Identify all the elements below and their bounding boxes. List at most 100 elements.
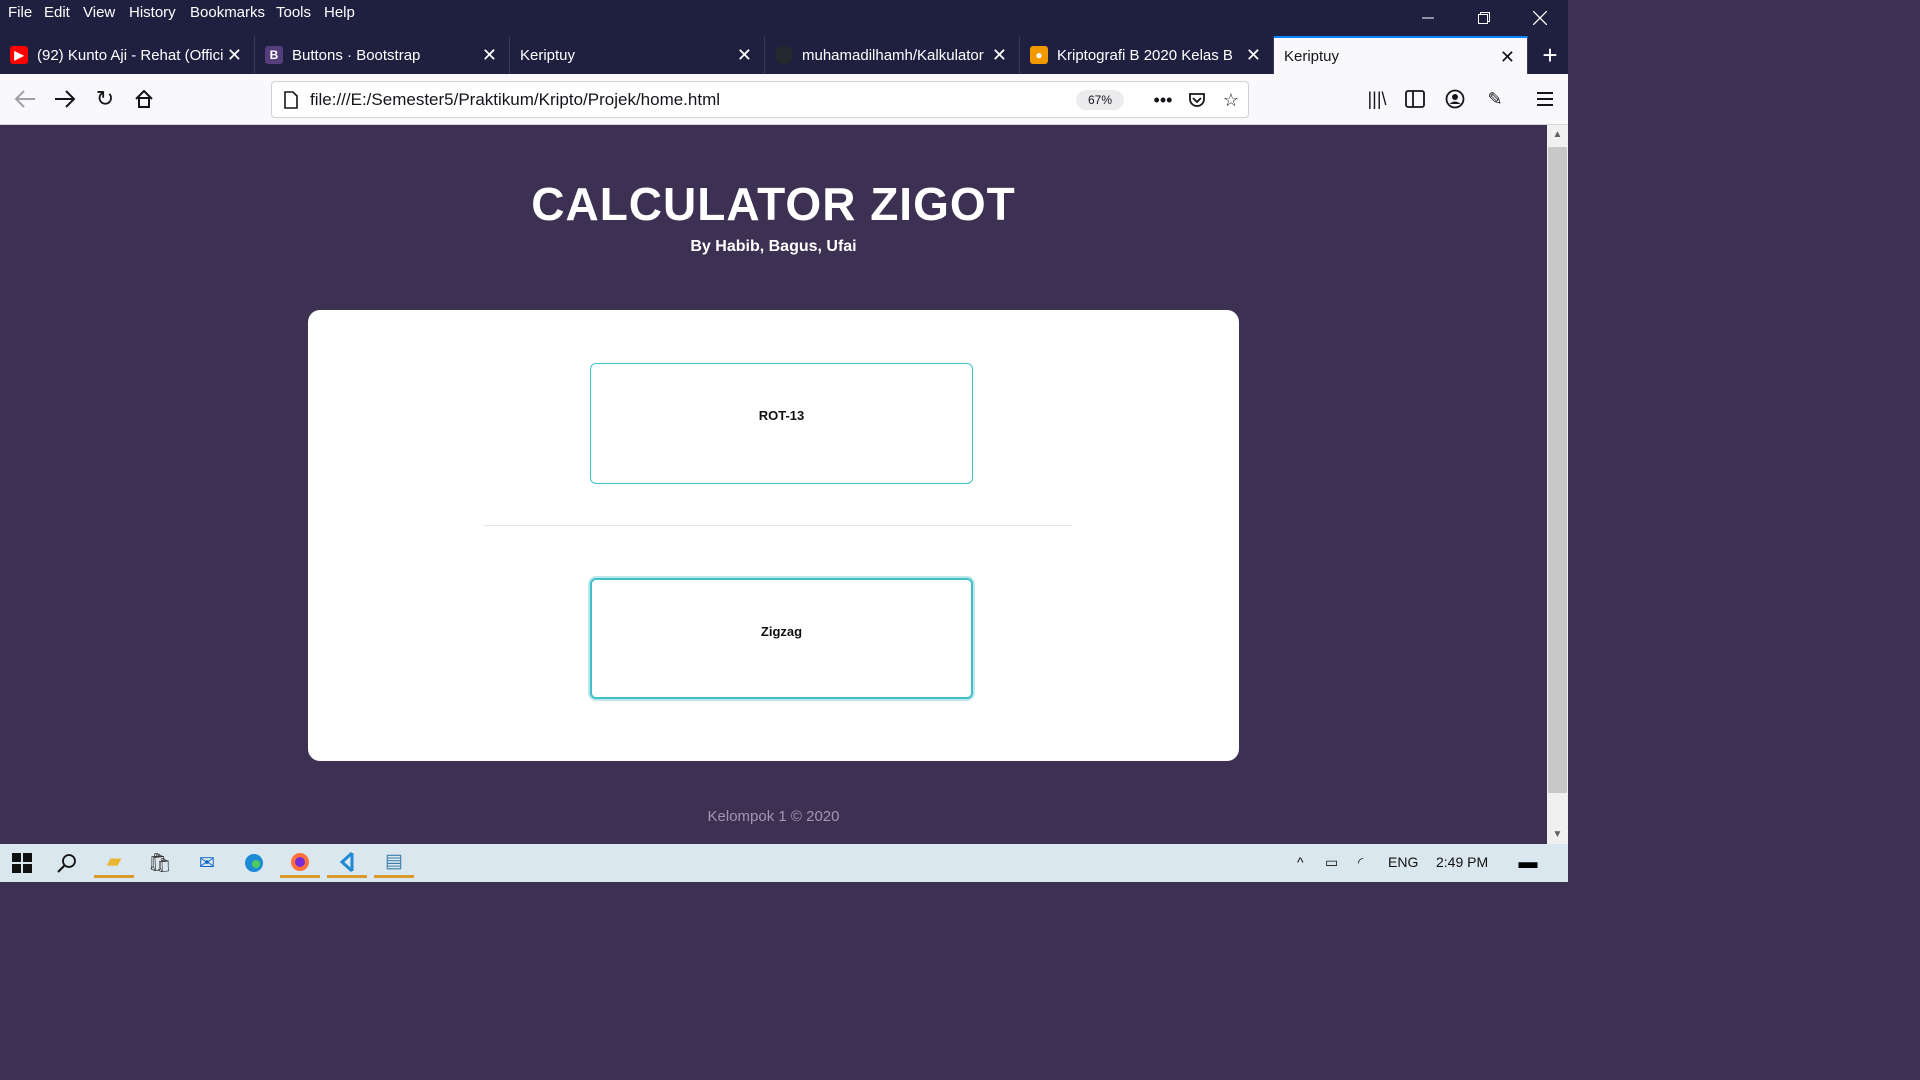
hamburger-icon [1537,92,1553,106]
tab-title: Kriptografi B 2020 Kelas B [1057,46,1233,64]
page-actions-icon[interactable]: ••• [1150,88,1176,112]
menu-help[interactable]: Help [324,4,355,21]
tab-title: muhamadilhamh/Kalkulator [802,46,984,64]
account-icon [1445,89,1465,109]
menu-view[interactable]: View [83,4,115,21]
close-tab-icon[interactable]: ✕ [482,45,497,66]
search-button[interactable] [47,848,87,878]
plus-icon: + [1542,39,1558,70]
navigation-bar: ↻ file:///E:/Semester5/Praktikum/Kripto/… [0,74,1568,125]
menu-tools[interactable]: Tools [276,4,311,21]
library-button[interactable]: |||\ [1360,82,1394,116]
close-tab-icon[interactable]: ✕ [227,45,242,66]
tab-keriptuy-active[interactable]: Keriptuy ✕ [1274,36,1528,74]
tab-title: Buttons · Bootstrap [292,46,421,64]
address-bar[interactable]: file:///E:/Semester5/Praktikum/Kripto/Pr… [271,81,1249,118]
zoom-indicator[interactable]: 67% [1076,90,1124,110]
tab-bar: ▶ (92) Kunto Aji - Rehat (Official ✕ B B… [0,36,1568,74]
restore-icon [1478,12,1490,24]
pocket-icon[interactable] [1184,88,1210,112]
close-tab-icon[interactable]: ✕ [737,45,752,66]
notepad-button[interactable]: ▤ [374,848,414,878]
store-button[interactable]: 🛍 [140,848,180,878]
firefox-icon [291,852,309,871]
tab-keriptuy-1[interactable]: Keriptuy ✕ [510,36,765,74]
scrollbar-thumb[interactable] [1548,147,1567,793]
main-card: ROT-13 Zigzag [308,310,1239,761]
rot13-button[interactable]: ROT-13 [590,363,973,484]
page-content: CALCULATOR ZIGOT By Habib, Bagus, Ufai R… [0,125,1547,844]
store-icon: 🛍 [147,853,173,874]
close-tab-icon[interactable]: ✕ [992,45,1007,66]
library-icon: |||\ [1367,88,1387,109]
firefox-button[interactable] [280,848,320,878]
close-window-button[interactable] [1512,0,1568,36]
language-indicator[interactable]: ENG [1388,854,1418,870]
tab-github[interactable]: muhamadilhamh/Kalkulator ✕ [765,36,1020,74]
close-icon [1533,11,1547,25]
menu-edit[interactable]: Edit [44,4,70,21]
folder-icon: ▰ [106,851,122,872]
zigzag-button[interactable]: Zigzag [590,578,973,699]
bootstrap-icon: B [265,46,283,64]
tab-title: Keriptuy [520,46,576,64]
home-button[interactable] [127,82,161,116]
wifi-icon[interactable]: ◜ [1358,854,1363,871]
page-title: CALCULATOR ZIGOT [531,178,1016,230]
edge-icon [245,854,263,872]
bookmark-star-icon[interactable]: ☆ [1218,88,1244,112]
classroom-icon: ● [1030,46,1048,64]
close-tab-icon[interactable]: ✕ [1246,45,1261,66]
windows-icon [12,853,32,873]
new-tab-button[interactable]: + [1532,36,1568,74]
divider [484,525,1072,526]
mail-button[interactable]: ✉ [187,848,227,878]
scroll-down-icon[interactable]: ▼ [1547,825,1568,843]
tray-expand-icon[interactable]: ^ [1297,854,1304,870]
page-subtitle: By Habib, Bagus, Ufai [690,238,857,255]
notification-icon: ▬ [1518,852,1538,873]
reload-button[interactable]: ↻ [88,82,122,116]
close-tab-icon[interactable]: ✕ [1500,47,1515,68]
minimize-icon [1422,17,1434,19]
page-icon [278,88,304,112]
extension-button[interactable]: ✎ [1478,82,1512,116]
tab-title: (92) Kunto Aji - Rehat (Official [37,46,223,64]
battery-icon[interactable]: ▭ [1325,854,1338,871]
github-icon [775,46,793,64]
mail-icon: ✉ [199,852,215,874]
tab-youtube[interactable]: ▶ (92) Kunto Aji - Rehat (Official ✕ [0,36,255,74]
vscode-button[interactable] [327,848,367,878]
page-scrollbar[interactable]: ▲ ▼ [1547,125,1568,844]
menu-button[interactable] [1528,82,1562,116]
search-icon [57,854,76,873]
menu-file[interactable]: File [8,4,32,21]
back-button[interactable] [8,82,42,116]
edge-button[interactable] [234,848,274,878]
home-icon [135,89,153,108]
menu-bookmarks[interactable]: Bookmarks [190,4,265,21]
clock[interactable]: 2:49 PM [1436,854,1488,870]
notifications-button[interactable]: ▬ [1508,848,1548,878]
back-arrow-icon [14,90,35,108]
forward-button[interactable] [48,82,82,116]
menu-history[interactable]: History [129,4,176,21]
tab-classroom[interactable]: ● Kriptografi B 2020 Kelas B ✕ [1020,36,1274,74]
scroll-up-icon[interactable]: ▲ [1547,125,1568,143]
sidebar-button[interactable] [1398,82,1432,116]
forward-arrow-icon [55,90,76,108]
minimize-button[interactable] [1400,0,1456,36]
reload-icon: ↻ [95,86,115,111]
notepad-icon: ▤ [385,851,403,872]
restore-button[interactable] [1456,0,1512,36]
account-button[interactable] [1438,82,1472,116]
tab-bootstrap[interactable]: B Buttons · Bootstrap ✕ [255,36,510,74]
vscode-icon [339,851,354,872]
url-text[interactable]: file:///E:/Semester5/Praktikum/Kripto/Pr… [310,90,720,110]
youtube-icon: ▶ [10,46,28,64]
eyedropper-icon: ✎ [1487,88,1503,109]
tab-title: Keriptuy [1284,47,1340,65]
file-explorer-button[interactable]: ▰ [94,848,134,878]
start-button[interactable] [2,848,42,878]
sidebar-icon [1405,90,1425,108]
